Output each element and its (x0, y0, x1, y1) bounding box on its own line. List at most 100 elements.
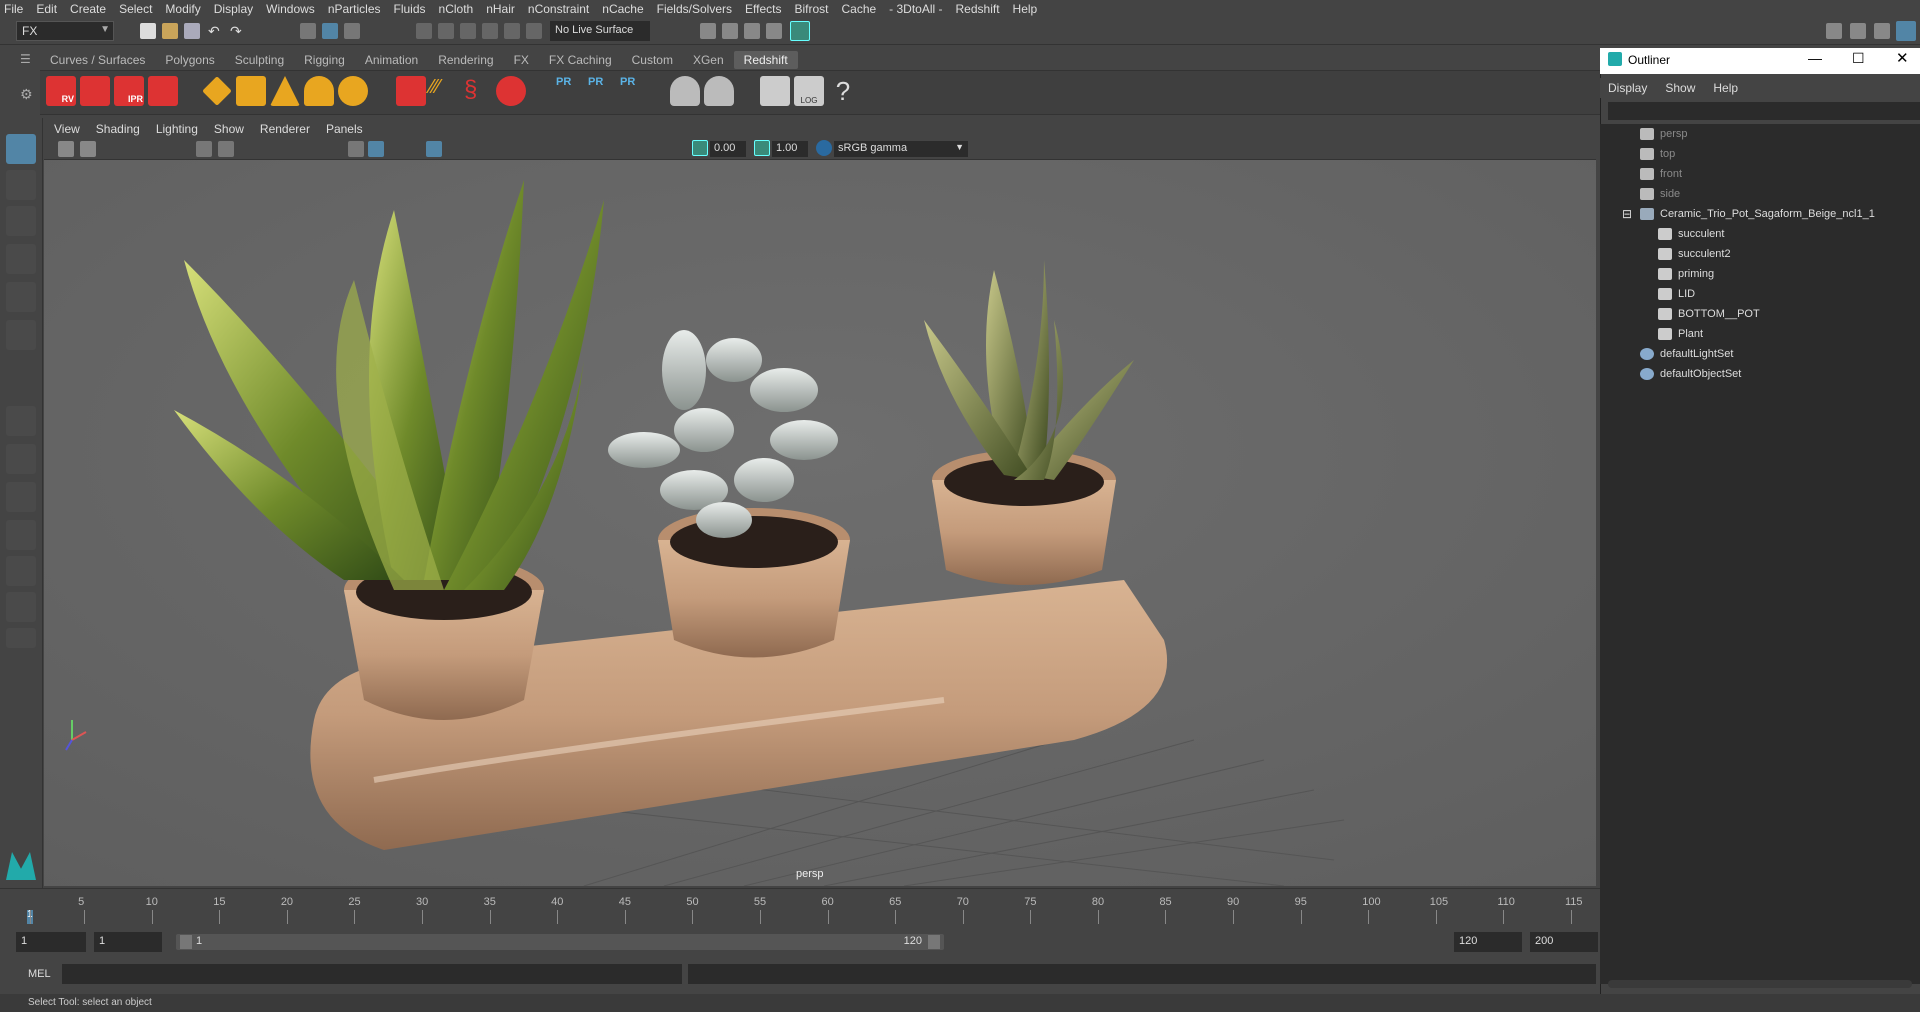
single-pane-icon[interactable] (6, 406, 36, 436)
snap-grid-icon[interactable] (416, 23, 432, 39)
viewport-scene[interactable] (44, 160, 1596, 887)
pr-import-icon[interactable]: PR (556, 76, 586, 106)
outliner-menu-item[interactable]: Help (1713, 81, 1738, 95)
range-slider[interactable]: 1 120 (176, 934, 944, 950)
menu-item[interactable]: Edit (36, 2, 57, 16)
outliner-item[interactable]: persp (1600, 124, 1920, 144)
shelf-tab[interactable]: Animation (355, 51, 428, 69)
menu-item[interactable]: File (4, 2, 23, 16)
render-frame-icon[interactable] (700, 23, 716, 39)
mode-selector[interactable]: FX ▼ (16, 21, 114, 41)
viewport-menu-item[interactable]: Show (214, 122, 244, 136)
gamma-icon[interactable] (754, 140, 770, 156)
camera-select-icon[interactable] (58, 141, 74, 157)
menu-item[interactable]: nHair (486, 2, 515, 16)
outliner-item[interactable]: BOTTOM__POT (1600, 304, 1920, 324)
shelf-menu-icon[interactable]: ☰ (20, 52, 34, 66)
four-pane-icon[interactable] (6, 444, 36, 474)
gamma-field[interactable]: 1.00 (772, 141, 808, 157)
ipr-render-icon[interactable] (722, 23, 738, 39)
pr-export-icon[interactable]: PR (588, 76, 618, 106)
outliner-search-input[interactable] (1608, 102, 1920, 120)
outliner-item[interactable]: ⊟ Ceramic_Trio_Pot_Sagaform_Beige_ncl1_1 (1600, 204, 1920, 224)
select-tool-icon[interactable] (6, 134, 36, 164)
two-pane-stack-icon[interactable] (6, 520, 36, 550)
playback-start-field[interactable]: 1 (94, 932, 162, 952)
scale-tool-icon[interactable] (6, 320, 36, 350)
cmd-language-label[interactable]: MEL (28, 968, 51, 980)
shader-icon[interactable]: § (464, 76, 494, 106)
xray-icon[interactable] (426, 141, 442, 157)
tool-settings-icon[interactable] (1874, 23, 1890, 39)
shelf-tab[interactable]: Custom (622, 51, 683, 69)
rotate-tool-icon[interactable] (6, 282, 36, 312)
snap-curve-icon[interactable] (438, 23, 454, 39)
shelf-tab[interactable]: Polygons (155, 51, 224, 69)
outliner-item[interactable]: side (1600, 184, 1920, 204)
snap-view-icon[interactable] (482, 23, 498, 39)
menu-item[interactable]: Select (119, 2, 152, 16)
hair-icon[interactable]: ⁄⁄⁄ (430, 76, 460, 106)
lasso-tool-icon[interactable] (6, 170, 36, 200)
menu-item[interactable]: nParticles (328, 2, 381, 16)
collapse-icon[interactable]: ⊟ (1622, 207, 1632, 221)
range-start-handle[interactable] (180, 935, 192, 949)
select-object-icon[interactable] (322, 23, 338, 39)
grid-toggle-icon[interactable] (196, 141, 212, 157)
make-live-icon[interactable] (526, 23, 542, 39)
viewport-menu-item[interactable]: Shading (96, 122, 140, 136)
outliner-item[interactable]: Plant (1600, 324, 1920, 344)
menu-item[interactable]: nConstraint (528, 2, 589, 16)
end-frame-field[interactable]: 200 (1530, 932, 1598, 952)
select-hierarchy-icon[interactable] (300, 23, 316, 39)
menu-item[interactable]: Effects (745, 2, 781, 16)
material-ball-icon[interactable] (496, 76, 526, 106)
menu-item[interactable]: nCloth (439, 2, 474, 16)
start-frame-field[interactable]: 1 (16, 932, 86, 952)
undo-icon[interactable]: ↶ (208, 23, 224, 39)
viewport-menu-item[interactable]: Panels (326, 122, 363, 136)
redo-icon[interactable]: ↷ (230, 23, 246, 39)
dome-light-icon[interactable] (304, 76, 334, 106)
maximize-icon[interactable]: ☐ (1852, 50, 1865, 67)
menu-item[interactable]: Windows (266, 2, 315, 16)
minimize-icon[interactable]: — (1808, 50, 1822, 66)
bake-icon[interactable] (670, 76, 700, 106)
outliner-item[interactable]: front (1600, 164, 1920, 184)
snap-point-icon[interactable] (460, 23, 476, 39)
menu-item[interactable]: Modify (165, 2, 200, 16)
outliner-hscrollbar[interactable] (1608, 980, 1912, 988)
proxy-export-icon[interactable] (396, 76, 426, 106)
hypershade-icon[interactable] (766, 23, 782, 39)
close-icon[interactable]: ✕ (1896, 49, 1909, 67)
film-gate-icon[interactable] (218, 141, 234, 157)
menu-item[interactable]: nCache (602, 2, 643, 16)
shelf-tab[interactable]: FX Caching (539, 51, 622, 69)
exposure-field[interactable]: 0.00 (710, 141, 746, 157)
menu-item[interactable]: Create (70, 2, 106, 16)
log-icon[interactable]: LOG (794, 76, 824, 106)
outliner-item[interactable]: top (1600, 144, 1920, 164)
modeling-toolkit-icon[interactable] (1826, 23, 1842, 39)
menu-item[interactable]: Help (1013, 2, 1038, 16)
range-end-handle[interactable] (928, 935, 940, 949)
shelf-tab[interactable]: FX (504, 51, 539, 69)
cmd-input[interactable] (62, 964, 682, 984)
outliner-item[interactable]: defaultLightSet (1600, 344, 1920, 364)
shelf-tab[interactable]: Sculpting (225, 51, 294, 69)
menu-item[interactable]: Redshift (956, 2, 1000, 16)
snap-surface-icon[interactable] (504, 23, 520, 39)
shelf-tab[interactable]: XGen (683, 51, 734, 69)
menu-item[interactable]: - 3DtoAll - (889, 2, 942, 16)
open-scene-icon[interactable] (162, 23, 178, 39)
color-management-icon[interactable] (816, 140, 832, 156)
viewport-menu-item[interactable]: Renderer (260, 122, 310, 136)
select-component-icon[interactable] (344, 23, 360, 39)
smooth-shade-icon[interactable] (368, 141, 384, 157)
outliner-item[interactable]: priming (1600, 264, 1920, 284)
menu-item[interactable]: Fluids (394, 2, 426, 16)
save-scene-icon[interactable] (184, 23, 200, 39)
channel-box-icon[interactable] (1896, 21, 1916, 41)
sun-sky-icon[interactable] (338, 76, 368, 106)
two-pane-side-icon[interactable] (6, 482, 36, 512)
